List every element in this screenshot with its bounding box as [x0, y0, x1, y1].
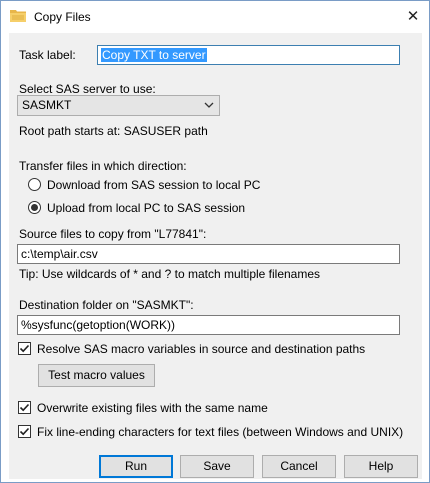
test-macro-values-button[interactable]: Test macro values [38, 364, 155, 387]
source-files-input[interactable]: c:\temp\air.csv [17, 244, 400, 264]
root-path-text: Root path starts at: SASUSER path [19, 124, 208, 138]
radio-download-label[interactable]: Download from SAS session to local PC [47, 178, 260, 192]
radio-upload[interactable] [28, 201, 41, 214]
task-label-value: Copy TXT to server [101, 48, 207, 62]
server-select[interactable]: SASMKT [17, 95, 220, 116]
source-files-value: c:\temp\air.csv [21, 247, 98, 261]
folder-icon [10, 10, 26, 22]
checkmark-icon [19, 427, 30, 436]
radio-download[interactable] [28, 178, 41, 191]
chevron-down-icon [204, 102, 214, 108]
task-label-input[interactable]: Copy TXT to server [97, 45, 400, 65]
task-label-caption: Task label: [19, 48, 76, 62]
dialog-body: Task label: Copy TXT to server Select SA… [9, 33, 422, 479]
checkmark-icon [19, 344, 30, 353]
copy-files-dialog: Copy Files ✕ Task label: Copy TXT to ser… [0, 0, 430, 483]
help-button[interactable]: Help [344, 455, 418, 478]
destination-folder-value: %sysfunc(getoption(WORK)) [21, 318, 176, 332]
radio-upload-label[interactable]: Upload from local PC to SAS session [47, 201, 245, 215]
server-selected-value: SASMKT [22, 98, 72, 112]
close-icon: ✕ [406, 8, 420, 25]
direction-caption: Transfer files in which direction: [19, 159, 187, 173]
cancel-button[interactable]: Cancel [262, 455, 336, 478]
server-caption: Select SAS server to use: [19, 82, 156, 96]
overwrite-label[interactable]: Overwrite existing files with the same n… [37, 401, 268, 415]
checkmark-icon [19, 403, 30, 412]
save-button[interactable]: Save [180, 455, 254, 478]
wildcard-tip: Tip: Use wildcards of * and ? to match m… [19, 267, 321, 281]
overwrite-checkbox[interactable] [18, 401, 31, 414]
resolve-macro-label[interactable]: Resolve SAS macro variables in source an… [37, 342, 365, 356]
window-title: Copy Files [34, 10, 91, 24]
close-button[interactable]: ✕ [397, 1, 429, 31]
run-button[interactable]: Run [99, 455, 173, 478]
resolve-macro-checkbox[interactable] [18, 342, 31, 355]
title-bar[interactable]: Copy Files ✕ [1, 1, 429, 33]
destination-folder-input[interactable]: %sysfunc(getoption(WORK)) [17, 315, 400, 335]
source-caption: Source files to copy from "L77841": [19, 227, 207, 241]
fix-line-endings-checkbox[interactable] [18, 425, 31, 438]
destination-caption: Destination folder on "SASMKT": [19, 298, 194, 312]
fix-line-endings-label[interactable]: Fix line-ending characters for text file… [37, 425, 403, 439]
